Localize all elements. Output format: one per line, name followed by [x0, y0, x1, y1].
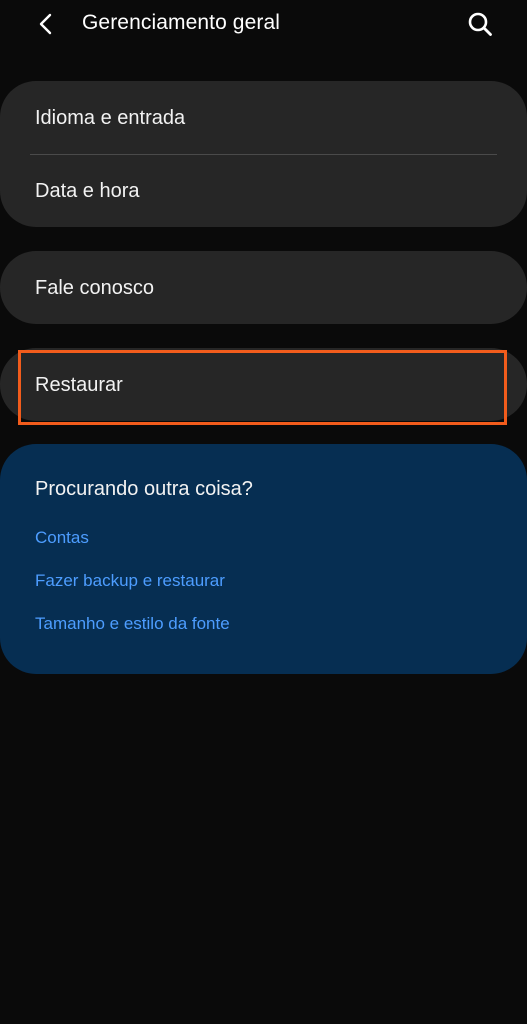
search-button[interactable]: [462, 6, 498, 42]
settings-group-language-date: Idioma e entrada Data e hora: [0, 81, 527, 227]
language-input-item[interactable]: Idioma e entrada: [0, 81, 527, 154]
back-button[interactable]: [28, 6, 64, 42]
general-management-screen: Gerenciamento geral Idioma e entrada Dat…: [0, 0, 527, 1024]
date-time-item[interactable]: Data e hora: [0, 154, 527, 227]
app-bar: Gerenciamento geral: [0, 0, 527, 48]
reset-card: Restaurar: [0, 348, 527, 421]
contact-us-card: Fale conosco: [0, 251, 527, 324]
date-time-label: Data e hora: [35, 179, 140, 202]
search-icon: [468, 12, 492, 36]
suggestion-link-accounts[interactable]: Contas: [35, 527, 89, 549]
page-title: Gerenciamento geral: [82, 11, 281, 34]
reset-label: Restaurar: [35, 373, 123, 396]
language-input-label: Idioma e entrada: [35, 106, 186, 129]
contact-us-item[interactable]: Fale conosco: [0, 251, 527, 324]
suggestion-link-font-size-style[interactable]: Tamanho e estilo da fonte: [35, 613, 230, 635]
suggestion-link-backup-restore[interactable]: Fazer backup e restaurar: [35, 570, 225, 592]
chevron-left-icon: [39, 13, 52, 35]
suggestions-title: Procurando outra coisa?: [35, 478, 253, 500]
reset-item[interactable]: Restaurar: [0, 348, 527, 421]
suggestions-panel: Procurando outra coisa? Contas Fazer bac…: [0, 444, 527, 674]
contact-us-label: Fale conosco: [35, 276, 154, 299]
